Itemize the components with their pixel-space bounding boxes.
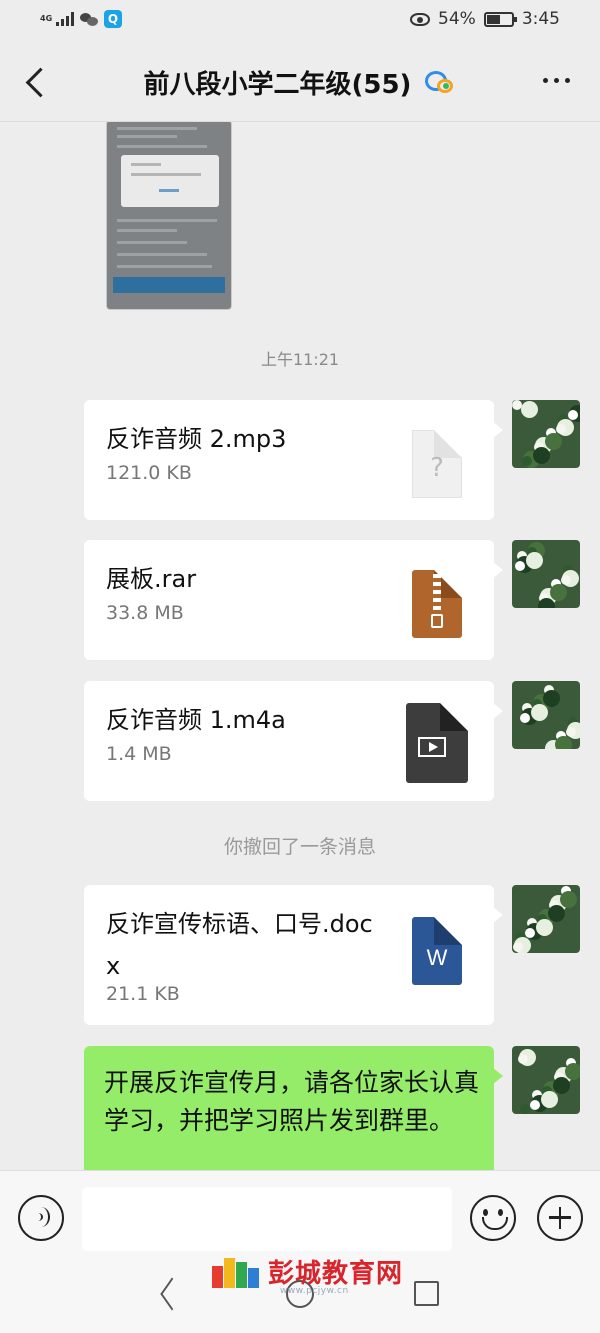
avatar-pattern [565,1063,580,1080]
file-size: 21.1 KB [106,983,180,1005]
avatar-pattern [536,919,553,936]
recall-notice: 你撤回了一条消息 [223,836,376,858]
file-size: 33.8 MB [106,602,184,624]
avatar[interactable] [512,681,580,749]
word-file-icon: W [412,917,462,985]
avatar-pattern [543,690,560,707]
voice-icon[interactable] [18,1195,64,1241]
avatar-pattern [553,1077,570,1094]
chat-title: 前八段小学二年级(55) [143,70,412,100]
avatar-pattern [566,727,576,737]
avatar-pattern [520,713,530,723]
unknown-file-icon: ? [412,430,462,498]
file-message[interactable]: 反诈音频 1.m4a 1.4 MB [84,681,503,801]
file-size: 1.4 MB [106,743,172,765]
avatar-pattern [530,1100,540,1110]
rar-file-icon [412,570,462,638]
wechat-icon [80,12,98,26]
status-left: 4G Q [40,10,122,28]
file-name: 反诈音频 2.mp3 [106,425,287,453]
avatar-pattern [545,433,562,450]
input-bar [0,1170,600,1262]
search-app-icon: Q [104,10,122,28]
network-type: 4G [40,14,53,23]
nav-recents-icon[interactable] [414,1281,439,1306]
title-wrap: 前八段小学二年级(55) [0,64,600,101]
chat-area[interactable]: 上午11:21 反诈音频 2.mp3 121.0 KB ? 展板.rar 33.… [0,122,600,1170]
avatar-pattern [518,1054,528,1064]
avatar-pattern [531,704,548,721]
plus-icon[interactable] [537,1195,583,1241]
watermark-text: 彭城教育网 [268,1258,404,1289]
video-file-icon [406,703,468,783]
enterprise-group-icon [423,69,457,97]
avatar-pattern [561,575,571,585]
avatar[interactable] [512,400,580,468]
text-message[interactable]: 开展反诈宣传月，请各位家长认真学习，并把学习照片发到群里。 [84,1046,503,1170]
file-name: 展板.rar [106,565,197,593]
avatar-pattern [541,1091,558,1108]
battery-percent: 54% [438,9,476,29]
avatar-pattern [526,552,543,569]
avatar-pattern [555,736,572,749]
message-text: 开展反诈宣传月，请各位家长认真学习，并把学习照片发到群里。 [104,1068,480,1135]
avatar-pattern [521,401,538,418]
image-message-thumbnail[interactable] [106,122,232,310]
battery-icon [483,11,517,27]
avatar-pattern [525,928,535,938]
avatar-pattern [522,456,532,466]
avatar[interactable] [512,1046,580,1114]
avatar-pattern [550,584,567,601]
avatar-pattern [538,598,555,608]
file-name: 反诈宣传标语、口号.docx [106,910,373,980]
book-logo-icon [210,1252,262,1290]
clock: 3:45 [521,9,560,29]
file-size: 121.0 KB [106,462,192,484]
message-input[interactable] [82,1187,452,1251]
avatar-pattern [533,447,550,464]
avatar-pattern [548,905,565,922]
emoji-icon[interactable] [470,1195,516,1241]
status-right: 54% 3:45 [410,9,560,29]
avatar[interactable] [512,885,580,953]
status-bar: 4G Q 54% 3:45 [0,0,600,40]
avatar-pattern [520,1104,530,1114]
message-timestamp: 上午11:21 [260,350,340,369]
watermark-url: www.pcjyw.cn [280,1286,349,1296]
file-message[interactable]: 展板.rar 33.8 MB [84,540,503,660]
more-icon[interactable] [543,78,570,83]
watermark: 彭城教育网 [210,1252,403,1290]
chat-header: 前八段小学二年级(55) [0,40,600,122]
avatar-pattern [556,424,566,434]
avatar[interactable] [512,540,580,608]
avatar-pattern [568,410,578,420]
avatar-pattern [560,891,577,908]
eye-icon [410,12,431,26]
signal-icon [56,12,74,26]
nav-back-icon[interactable] [158,1280,186,1310]
avatar-pattern [515,561,525,571]
avatar-pattern [513,942,523,952]
file-name: 反诈音频 1.m4a [106,706,286,734]
file-message[interactable]: 反诈宣传标语、口号.docx 21.1 KB W [84,885,503,1025]
file-message[interactable]: 反诈音频 2.mp3 121.0 KB ? [84,400,503,520]
